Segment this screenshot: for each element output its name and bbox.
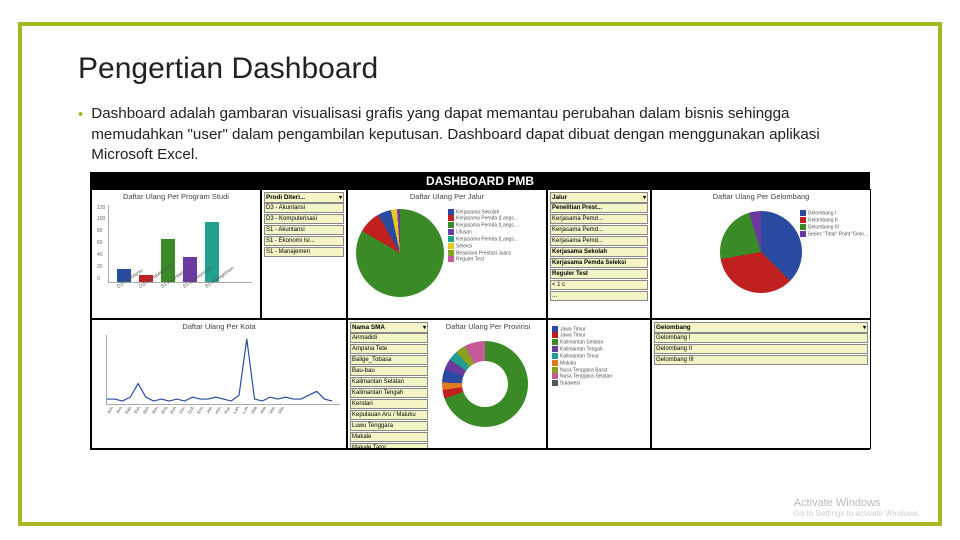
- slicer-item[interactable]: ...: [550, 291, 648, 301]
- slide-body: Dashboard adalah gambaran visualisasi gr…: [91, 104, 882, 166]
- slicer-item[interactable]: D3 - Komputerisasi: [264, 214, 344, 224]
- slicer-item[interactable]: Makale Tator: [350, 443, 428, 449]
- slicer-header[interactable]: Prodi Diteri...▾: [264, 192, 344, 203]
- slicer-item[interactable]: Kalimantan Selatan: [350, 377, 428, 387]
- slicer-item[interactable]: Ampana Tete: [350, 344, 428, 354]
- donut-chart: [442, 341, 528, 427]
- panel-title: Daftar Ulang Per Program Studi: [94, 192, 258, 201]
- slicer-item[interactable]: Kepulauan Aru / Maluku: [350, 410, 428, 420]
- dashboard-title: DASHBOARD PMB: [91, 173, 869, 189]
- panel-sma-slicer: Nama SMA▾ Airmadidi Ampana Tete Balige_T…: [347, 319, 547, 449]
- line-x-labels: AirmadidiAmbonBajawaBaligeBekasiBitungBo…: [94, 407, 344, 449]
- chevron-down-icon: ▾: [423, 324, 426, 331]
- chevron-down-icon: ▾: [643, 194, 646, 201]
- panel-gelombang-slicer: Gelombang▾ Gelombang I Gelombang II Gelo…: [651, 319, 871, 449]
- dashboard-image: DASHBOARD PMB Daftar Ulang Per Program S…: [90, 172, 870, 450]
- panel-pie-jalur: Daftar Ulang Per Jalur Kerjasama Sekolah…: [347, 189, 547, 319]
- chevron-down-icon: ▾: [863, 324, 866, 331]
- panel-jalur-slicer: Jalur▾ Penelitian Prest... Kerjasama Pem…: [547, 189, 651, 319]
- panel-line-chart: Daftar Ulang Per Kota AirmadidiAmbonBaja…: [91, 319, 347, 449]
- panel-pie-gelombang: Daftar Ulang Per Gelombang Gelombang I G…: [651, 189, 871, 319]
- slicer-item[interactable]: Gelombang I: [654, 333, 868, 343]
- slicer-item[interactable]: Gelombang II: [654, 344, 868, 354]
- panel-title: Daftar Ulang Per Provinsi: [432, 322, 544, 331]
- pie-legend: Kerjasama Sekolah Kerjasama Pemda (Langs…: [448, 209, 518, 297]
- slicer-header[interactable]: Jalur▾: [550, 192, 648, 203]
- slicer-item[interactable]: S1 - Ekonomi Isl...: [264, 236, 344, 246]
- panel-prodi-slicer: Prodi Diteri...▾ D3 - Akuntansi D3 - Kom…: [261, 189, 347, 319]
- pie-chart: [720, 211, 802, 293]
- slicer-item[interactable]: Kerjasama Pemd...: [550, 214, 648, 224]
- slicer-item[interactable]: S1 - Akuntansi: [264, 225, 344, 235]
- panel-provinsi-legend: Jawa Timur Jawa Timur Kalimantan Selatan…: [547, 319, 651, 449]
- line-chart: [106, 335, 340, 405]
- slicer-item[interactable]: Kerjasama Sekolah: [550, 247, 648, 257]
- slicer-item[interactable]: Kendari: [350, 399, 428, 409]
- panel-bar-chart: Daftar Ulang Per Program Studi 020406080…: [91, 189, 261, 319]
- pie-chart: [356, 209, 444, 297]
- bar-x-labels: D3-Akuntansi D3-Komputerisasi S1-Akuntan…: [116, 285, 258, 291]
- slicer-header[interactable]: Nama SMA▾: [350, 322, 428, 333]
- pie-legend: Gelombang I Gelombang II Gelombang III S…: [800, 210, 868, 238]
- slicer-item[interactable]: Kerjasama Pemd...: [550, 236, 648, 246]
- slicer-item[interactable]: Makale: [350, 432, 428, 442]
- slicer-subheader: Penelitian Prest...: [550, 203, 648, 213]
- slicer-item[interactable]: Reguler Test: [550, 269, 648, 279]
- slicer-item[interactable]: Kerjasama Pemd...: [550, 225, 648, 235]
- slicer-item[interactable]: S1 - Manajemen: [264, 247, 344, 257]
- panel-title: Daftar Ulang Per Kota: [94, 322, 344, 331]
- donut-legend: Jawa Timur Jawa Timur Kalimantan Selatan…: [550, 322, 648, 391]
- slide-title: Pengertian Dashboard: [78, 52, 882, 86]
- bullet-row: • Dashboard adalah gambaran visualisasi …: [78, 104, 882, 166]
- bullet-icon: •: [78, 104, 83, 166]
- slicer-item[interactable]: Bau-bau: [350, 366, 428, 376]
- slicer-item[interactable]: D3 - Akuntansi: [264, 203, 344, 213]
- slicer-item[interactable]: Airmadidi: [350, 333, 428, 343]
- panel-title: Daftar Ulang Per Gelombang: [654, 192, 868, 201]
- slicer-item[interactable]: Kalimantan Tengah: [350, 388, 428, 398]
- chevron-down-icon: ▾: [339, 194, 342, 201]
- slicer-item[interactable]: Luwu Tenggara: [350, 421, 428, 431]
- panel-title: Daftar Ulang Per Jalur: [350, 192, 544, 201]
- slicer-item[interactable]: Balige_Tobasa: [350, 355, 428, 365]
- slicer-item[interactable]: < 1 c: [550, 280, 648, 290]
- slicer-item[interactable]: Kerjasama Pemda Seleksi: [550, 258, 648, 268]
- slicer-header[interactable]: Gelombang▾: [654, 322, 868, 333]
- slicer-item[interactable]: Gelombang III: [654, 355, 868, 365]
- windows-watermark: Activate Windows Go to Settings to activ…: [794, 497, 920, 518]
